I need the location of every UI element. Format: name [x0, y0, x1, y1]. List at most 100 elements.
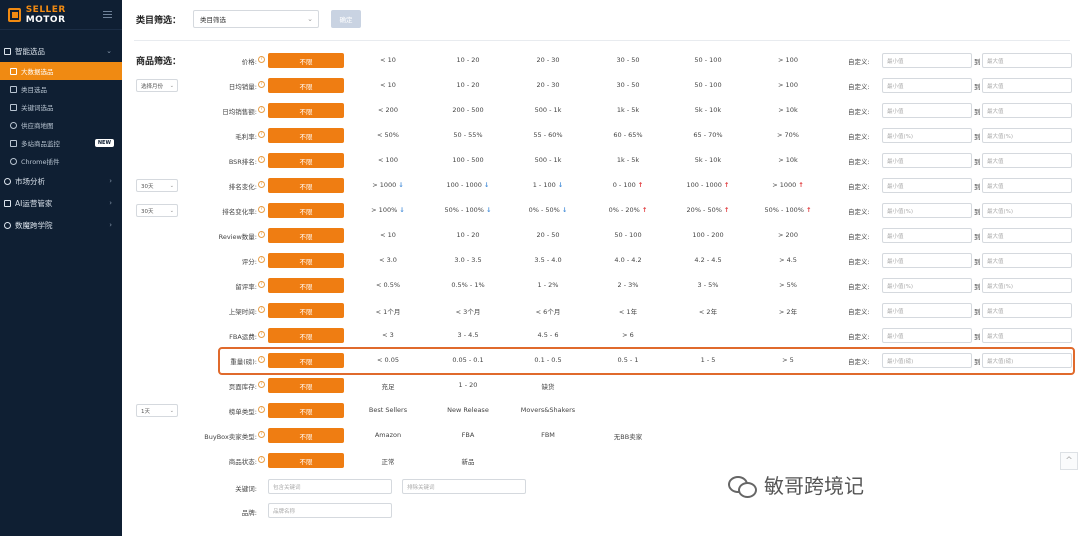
sidebar-item-chrome[interactable]: Chrome插件	[0, 152, 122, 170]
filter-option[interactable]: Movers&Shakers	[508, 406, 588, 414]
help-icon[interactable]: ?	[258, 381, 265, 388]
nav-group-market[interactable]: 市场分析 ›	[0, 170, 122, 192]
sidebar-item-keyword[interactable]: 关键词选品	[0, 98, 122, 116]
filter-option[interactable]: 20 - 50	[508, 231, 588, 239]
filter-option[interactable]: 缺货	[508, 381, 588, 391]
min-value-input[interactable]: 最小值	[882, 303, 972, 318]
filter-option[interactable]: 3 - 5%	[668, 281, 748, 289]
filter-option[interactable]: FBA	[428, 431, 508, 439]
filter-option[interactable]: 10 - 20	[428, 56, 508, 64]
filter-option[interactable]: 0 - 100 ↑	[588, 181, 668, 189]
max-value-input[interactable]: 最大值(%)	[982, 278, 1072, 293]
help-icon[interactable]: ?	[258, 206, 265, 213]
filter-option[interactable]: 100 - 500	[428, 156, 508, 164]
max-value-input[interactable]: 最大值	[982, 253, 1072, 268]
filter-option[interactable]: 0% - 20% ↑	[588, 206, 668, 214]
filter-option[interactable]: > 2年	[748, 306, 828, 316]
filter-option[interactable]: 4.5 - 6	[508, 331, 588, 339]
nav-group-academy[interactable]: 数魔跨学院 ›	[0, 214, 122, 236]
filter-option[interactable]: New Release	[428, 406, 508, 414]
unlimited-button[interactable]: 不限	[268, 253, 344, 268]
max-value-input[interactable]: 最大值	[982, 78, 1072, 93]
filter-option[interactable]: 50% - 100% ↑	[748, 206, 828, 214]
min-value-input[interactable]: 最小值(%)	[882, 203, 972, 218]
max-value-input[interactable]: 最大值	[982, 53, 1072, 68]
filter-option[interactable]: > 10k	[748, 106, 828, 114]
sidebar-item-supplier[interactable]: 供应商地图	[0, 116, 122, 134]
min-value-input[interactable]: 最小值	[882, 178, 972, 193]
help-icon[interactable]: ?	[258, 456, 265, 463]
filter-option[interactable]: Best Sellers	[348, 406, 428, 414]
help-icon[interactable]: ?	[258, 431, 265, 438]
unlimited-button[interactable]: 不限	[268, 53, 344, 68]
confirm-button[interactable]: 确定	[331, 10, 362, 28]
filter-option[interactable]: 1 - 2%	[508, 281, 588, 289]
filter-option[interactable]: 无BB卖家	[588, 431, 668, 441]
scroll-top-button[interactable]: ^	[1060, 452, 1078, 470]
filter-option[interactable]: < 10	[348, 231, 428, 239]
filter-option[interactable]: > 100% ↓	[348, 206, 428, 214]
filter-option[interactable]: 500 - 1k	[508, 106, 588, 114]
filter-option[interactable]: 充足	[348, 381, 428, 391]
brand-logo[interactable]: SELLER MOTOR	[0, 0, 122, 30]
help-icon[interactable]: ?	[258, 56, 265, 63]
filter-option[interactable]: 100 - 1000 ↓	[428, 181, 508, 189]
filter-option[interactable]: < 3个月	[428, 306, 508, 316]
help-icon[interactable]: ?	[258, 181, 265, 188]
sidebar-item-category[interactable]: 类目选品	[0, 80, 122, 98]
filter-option[interactable]: > 6	[588, 331, 668, 339]
filter-option[interactable]: > 1000 ↑	[748, 181, 828, 189]
help-icon[interactable]: ?	[258, 231, 265, 238]
help-icon[interactable]: ?	[258, 106, 265, 113]
filter-option[interactable]: < 1个月	[348, 306, 428, 316]
filter-option[interactable]: 1 - 100 ↓	[508, 181, 588, 189]
filter-option[interactable]: 50 - 100	[668, 81, 748, 89]
help-icon[interactable]: ?	[258, 281, 265, 288]
filter-option[interactable]: < 200	[348, 106, 428, 114]
unlimited-button[interactable]: 不限	[268, 178, 344, 193]
unlimited-button[interactable]: 不限	[268, 203, 344, 218]
help-icon[interactable]: ?	[258, 331, 265, 338]
unlimited-button[interactable]: 不限	[268, 303, 344, 318]
include-keyword-input[interactable]: 包含关键词	[268, 479, 392, 494]
filter-option[interactable]: 5k - 10k	[668, 156, 748, 164]
filter-option[interactable]: < 10	[348, 56, 428, 64]
filter-option[interactable]: 正常	[348, 456, 428, 466]
filter-option[interactable]: 3.5 - 4.0	[508, 256, 588, 264]
nav-group-ai[interactable]: AI运营管家 ›	[0, 192, 122, 214]
row-period-select[interactable]: 30天 ⌄	[136, 204, 178, 217]
hamburger-icon[interactable]	[103, 11, 113, 18]
category-select[interactable]: 类目筛选 ⌄	[193, 10, 320, 28]
filter-option[interactable]: 500 - 1k	[508, 156, 588, 164]
filter-option[interactable]: < 2年	[668, 306, 748, 316]
filter-option[interactable]: > 200	[748, 231, 828, 239]
help-icon[interactable]: ?	[258, 256, 265, 263]
filter-option[interactable]: < 1年	[588, 306, 668, 316]
unlimited-button[interactable]: 不限	[268, 278, 344, 293]
max-value-input[interactable]: 最大值	[982, 328, 1072, 343]
unlimited-button[interactable]: 不限	[268, 153, 344, 168]
filter-option[interactable]: < 6个月	[508, 306, 588, 316]
min-value-input[interactable]: 最小值	[882, 78, 972, 93]
unlimited-button[interactable]: 不限	[268, 328, 344, 343]
filter-option[interactable]: 2 - 3%	[588, 281, 668, 289]
filter-option[interactable]: 1k - 5k	[588, 106, 668, 114]
filter-option[interactable]: 新品	[428, 456, 508, 466]
filter-option[interactable]: 1 - 20	[428, 381, 508, 389]
filter-option[interactable]: < 0.5%	[348, 281, 428, 289]
unlimited-button[interactable]: 不限	[268, 228, 344, 243]
filter-option[interactable]: 4.0 - 4.2	[588, 256, 668, 264]
filter-option[interactable]: < 3.0	[348, 256, 428, 264]
filter-option[interactable]: 65 - 70%	[668, 131, 748, 139]
filter-option[interactable]: > 5%	[748, 281, 828, 289]
exclude-keyword-input[interactable]: 排除关键词	[402, 479, 526, 494]
filter-option[interactable]: < 3	[348, 331, 428, 339]
filter-option[interactable]: 20 - 30	[508, 81, 588, 89]
filter-option[interactable]: 3 - 4.5	[428, 331, 508, 339]
max-value-input[interactable]: 最大值(%)	[982, 128, 1072, 143]
unlimited-button[interactable]: 不限	[268, 128, 344, 143]
filter-option[interactable]: 20 - 30	[508, 56, 588, 64]
unlimited-button[interactable]: 不限	[268, 428, 344, 443]
filter-option[interactable]: 5k - 10k	[668, 106, 748, 114]
row-period-select[interactable]: 选择月份 ⌄	[136, 79, 178, 92]
